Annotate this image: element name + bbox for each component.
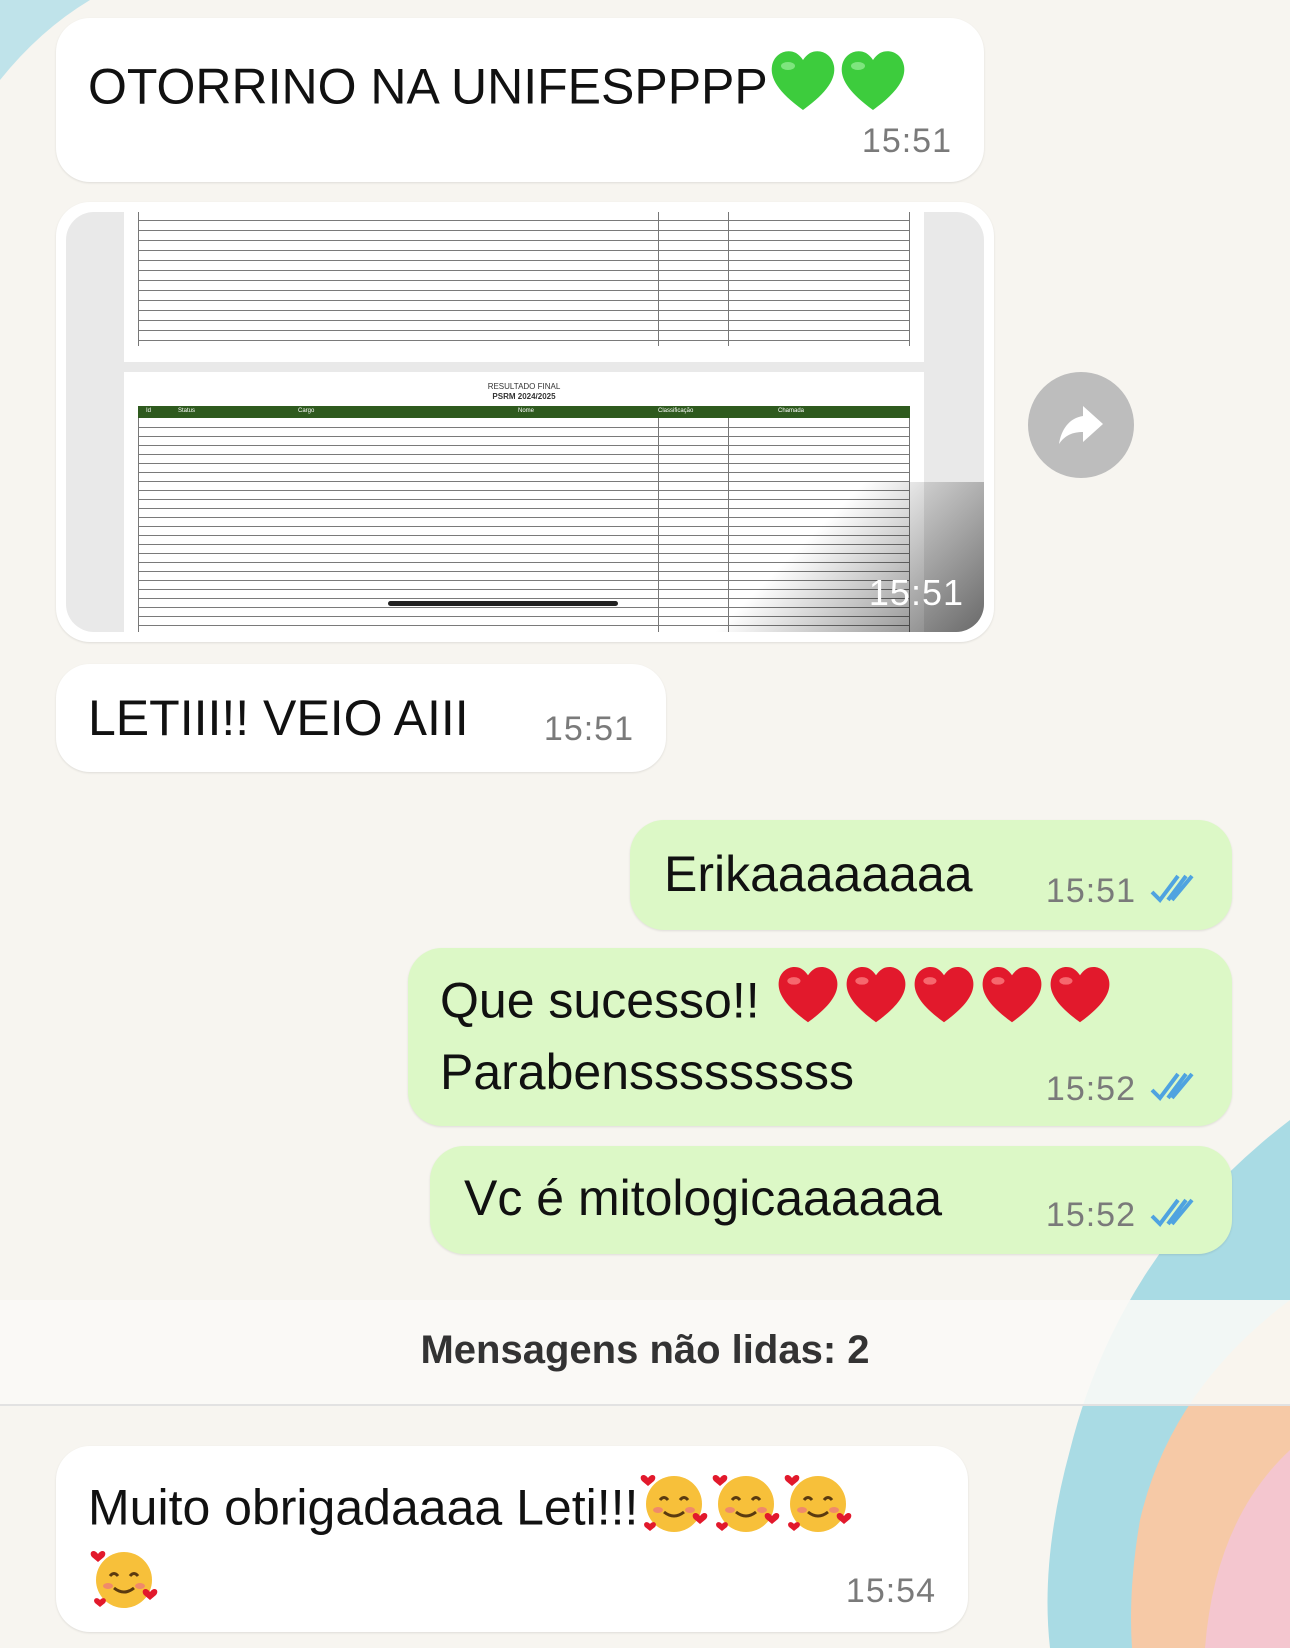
message-time: 15:52 [1045, 1196, 1136, 1234]
red-heart-emoji-icon [1046, 964, 1114, 1045]
document-page [124, 212, 924, 362]
scroll-indicator [388, 601, 618, 606]
document-subtitle: PSRM 2024/2025 [492, 392, 556, 401]
message-text: Erikaaaaaaaa [664, 846, 973, 902]
table-header: Id Status Cargo Nome Classificação Chama… [138, 406, 910, 418]
message-time: 15:51 [543, 710, 634, 748]
incoming-message[interactable]: Muito obrigadaaaa Leti!!! 15:54 [56, 1446, 968, 1632]
message-time: 15:52 [1045, 1070, 1136, 1108]
read-double-check-icon [1150, 874, 1194, 904]
message-text: Muito obrigadaaaa Leti!!! [88, 1479, 639, 1536]
green-heart-emoji-icon [768, 48, 838, 133]
outgoing-message[interactable]: Que sucesso!! Parabensssssssss 15:52 [408, 948, 1232, 1126]
incoming-message[interactable]: OTORRINO NA UNIFESPPPP 15:51 [56, 18, 984, 182]
read-double-check-icon [1150, 1198, 1194, 1228]
message-text-line1: Que sucesso!! [440, 972, 760, 1029]
message-text: Vc é mitologicaaaaaa [464, 1170, 943, 1226]
red-heart-emoji-icon [910, 964, 978, 1045]
outgoing-message[interactable]: Erikaaaaaaaa 15:51 [630, 820, 1232, 930]
green-heart-emoji-icon [838, 48, 908, 133]
outgoing-message[interactable]: Vc é mitologicaaaaaa 15:52 [430, 1146, 1232, 1254]
smiling-face-with-hearts-emoji-icon [710, 1468, 782, 1555]
unread-messages-divider: Mensagens não lidas: 2 [0, 1300, 1290, 1406]
forward-icon [1057, 402, 1107, 453]
message-time: 15:51 [1045, 872, 1136, 910]
image-message[interactable]: RESULTADO FINAL PSRM 2024/2025 Id Status… [56, 202, 994, 642]
document-title: RESULTADO FINAL [487, 382, 561, 391]
message-text: OTORRINO NA UNIFESPPPP [88, 58, 768, 115]
read-double-check-icon [1150, 1072, 1194, 1102]
image-thumbnail[interactable]: RESULTADO FINAL PSRM 2024/2025 Id Status… [66, 212, 984, 632]
message-text-line2: Parabensssssssss [440, 1044, 855, 1100]
red-heart-emoji-icon [774, 964, 842, 1045]
forward-button[interactable] [1028, 372, 1134, 478]
message-time: 15:54 [845, 1572, 936, 1610]
red-heart-emoji-icon [978, 964, 1046, 1045]
image-time: 15:51 [868, 572, 964, 613]
smiling-face-with-hearts-emoji-icon [782, 1468, 854, 1555]
incoming-message[interactable]: LETIII!! VEIO AIII 15:51 [56, 664, 666, 772]
smiling-face-with-hearts-emoji-icon [638, 1468, 710, 1555]
message-time: 15:51 [861, 122, 952, 160]
red-heart-emoji-icon [842, 964, 910, 1045]
message-text: LETIII!! VEIO AIII [88, 690, 469, 746]
unread-messages-label: Mensagens não lidas: 2 [420, 1328, 870, 1372]
smiling-face-with-hearts-emoji-icon [88, 1544, 160, 1617]
